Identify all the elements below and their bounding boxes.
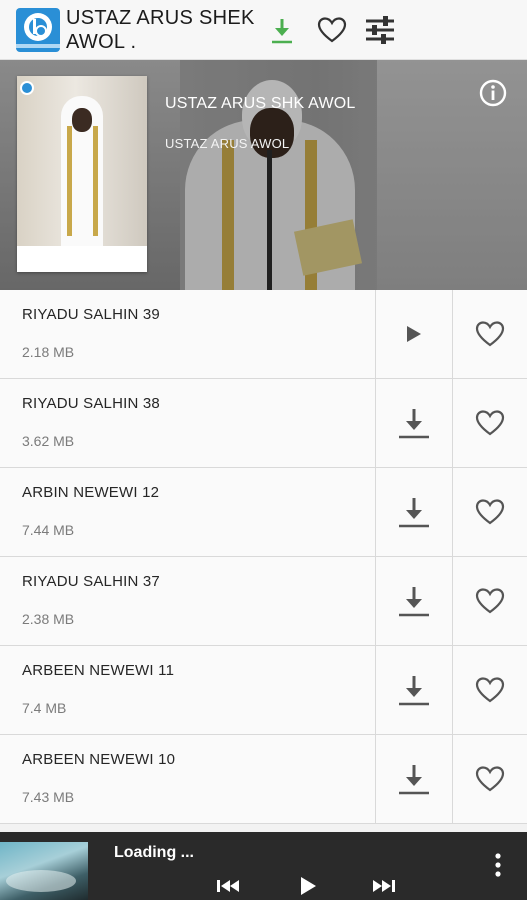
album-title: USTAZ ARUS SHK AWOL [165, 95, 356, 112]
heart-icon [475, 410, 505, 436]
app-logo [16, 8, 60, 52]
track-title: RIYADU SALHIN 38 [22, 395, 160, 412]
track-size: 7.44 MB [22, 522, 75, 538]
now-playing-artwork [0, 842, 88, 900]
app-title: USTAZ ARUS SHEK AWOL . [66, 7, 255, 53]
download-track-button[interactable] [375, 557, 452, 645]
download-track-button[interactable] [375, 468, 452, 556]
download-icon [399, 587, 429, 617]
heart-icon [475, 588, 505, 614]
play-icon [301, 877, 316, 895]
more-button[interactable] [488, 850, 508, 882]
heart-icon [475, 677, 505, 703]
app-bar: USTAZ ARUS SHEK AWOL . [0, 0, 527, 60]
download-icon [399, 676, 429, 706]
download-track-button[interactable] [375, 646, 452, 734]
play-icon [407, 326, 421, 342]
more-icon [495, 853, 501, 877]
track-size: 7.43 MB [22, 789, 75, 805]
track-row[interactable]: ARBIN NEWEWI 12 7.44 MB [0, 468, 527, 557]
favorite-track-button[interactable] [452, 735, 527, 823]
favorite-track-button[interactable] [452, 646, 527, 734]
track-size: 3.62 MB [22, 433, 75, 449]
settings-button[interactable] [360, 10, 400, 50]
previous-icon [217, 880, 239, 892]
download-icon [399, 409, 429, 439]
download-track-button[interactable] [375, 735, 452, 823]
heart-icon [475, 499, 505, 525]
track-row[interactable]: ARBEEN NEWEWI 11 7.4 MB [0, 646, 527, 735]
download-icon [399, 765, 429, 795]
previous-button[interactable] [208, 874, 248, 898]
download-icon [272, 19, 292, 44]
track-row[interactable]: RIYADU SALHIN 38 3.62 MB [0, 379, 527, 468]
favorites-button[interactable] [312, 10, 352, 50]
track-size: 7.4 MB [22, 700, 67, 716]
track-title: ARBIN NEWEWI 12 [22, 484, 160, 501]
favorite-track-button[interactable] [452, 557, 527, 645]
download-track-button[interactable] [375, 379, 452, 467]
favorite-track-button[interactable] [452, 468, 527, 556]
track-row[interactable]: RIYADU SALHIN 39 2.18 MB [0, 290, 527, 379]
heart-icon [475, 766, 505, 792]
next-icon [373, 880, 395, 892]
track-title: ARBEEN NEWEWI 11 [22, 662, 175, 679]
download-icon [399, 498, 429, 528]
play-track-button[interactable] [375, 290, 452, 378]
track-size: 2.38 MB [22, 611, 75, 627]
player-status: Loading ... [114, 844, 194, 861]
next-button[interactable] [364, 874, 404, 898]
track-row[interactable]: RIYADU SALHIN 37 2.38 MB [0, 557, 527, 646]
track-size: 2.18 MB [22, 344, 75, 360]
track-title: ARBEEN NEWEWI 10 [22, 751, 176, 768]
equalizer-settings-icon [366, 16, 394, 44]
album-cover-image [17, 76, 147, 272]
track-title: RIYADU SALHIN 37 [22, 573, 160, 590]
mini-player: Loading ... [0, 832, 527, 900]
track-title: RIYADU SALHIN 39 [22, 306, 160, 323]
track-row[interactable]: ARBEEN NEWEWI 10 7.43 MB [0, 735, 527, 824]
info-icon [479, 79, 507, 107]
info-button[interactable] [478, 78, 508, 108]
heart-icon [317, 17, 347, 43]
download-all-button[interactable] [262, 10, 302, 50]
favorite-track-button[interactable] [452, 290, 527, 378]
heart-icon [475, 321, 505, 347]
track-list: RIYADU SALHIN 39 2.18 MB RIYADU SALHIN 38 3… [0, 290, 527, 824]
album-artist: USTAZ ARUS AWOL [165, 136, 290, 151]
play-button[interactable] [288, 874, 328, 898]
favorite-track-button[interactable] [452, 379, 527, 467]
